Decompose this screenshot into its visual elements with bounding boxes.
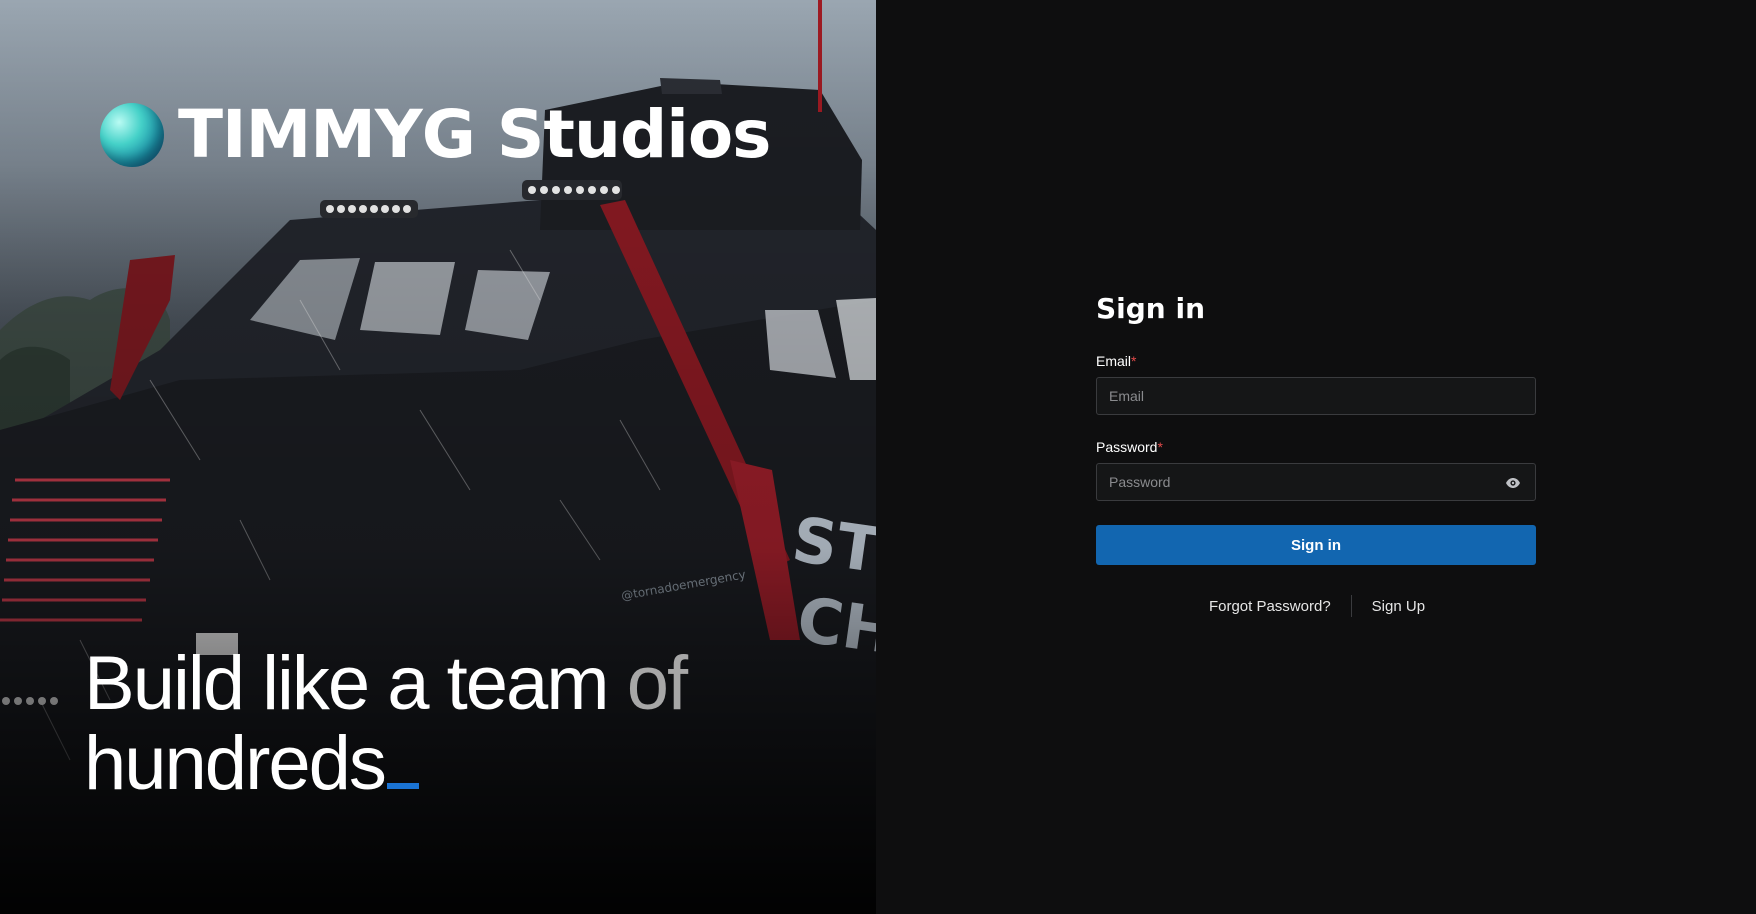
login-page: STO CHA @tornadoemergency xyxy=(0,0,1756,914)
eye-icon[interactable] xyxy=(1505,475,1521,491)
password-input-wrap xyxy=(1096,463,1536,501)
signin-button[interactable]: Sign in xyxy=(1096,525,1536,565)
tagline-line2: hundreds xyxy=(84,721,387,806)
hero-tagline: Build like a team of hundreds xyxy=(84,644,804,804)
link-divider xyxy=(1350,595,1352,617)
email-input[interactable] xyxy=(1097,378,1535,414)
email-label: Email* xyxy=(1096,353,1137,369)
sign-up-link[interactable]: Sign Up xyxy=(1372,598,1425,615)
email-input-wrap xyxy=(1096,377,1536,415)
email-field-group: Email* xyxy=(1096,353,1538,415)
tagline-dim: of xyxy=(626,641,688,726)
auth-links: Forgot Password? Sign Up xyxy=(1096,595,1538,617)
brand: TIMMYG Studios xyxy=(100,96,771,173)
password-input[interactable] xyxy=(1097,464,1535,500)
typing-cursor xyxy=(386,783,419,789)
forgot-password-link[interactable]: Forgot Password? xyxy=(1209,598,1331,615)
brand-name: TIMMYG Studios xyxy=(178,96,771,173)
hero-panel: STO CHA @tornadoemergency xyxy=(0,0,876,914)
sphere-logo-icon xyxy=(100,103,164,167)
password-label: Password* xyxy=(1096,439,1163,455)
signin-form: Sign in Email* Password* Sign in Forgot … xyxy=(1096,292,1538,617)
password-field-group: Password* xyxy=(1096,439,1538,501)
required-mark: * xyxy=(1131,353,1137,369)
tagline-bright: Build like a team xyxy=(84,641,627,726)
required-mark: * xyxy=(1157,439,1163,455)
signin-title: Sign in xyxy=(1096,292,1206,325)
